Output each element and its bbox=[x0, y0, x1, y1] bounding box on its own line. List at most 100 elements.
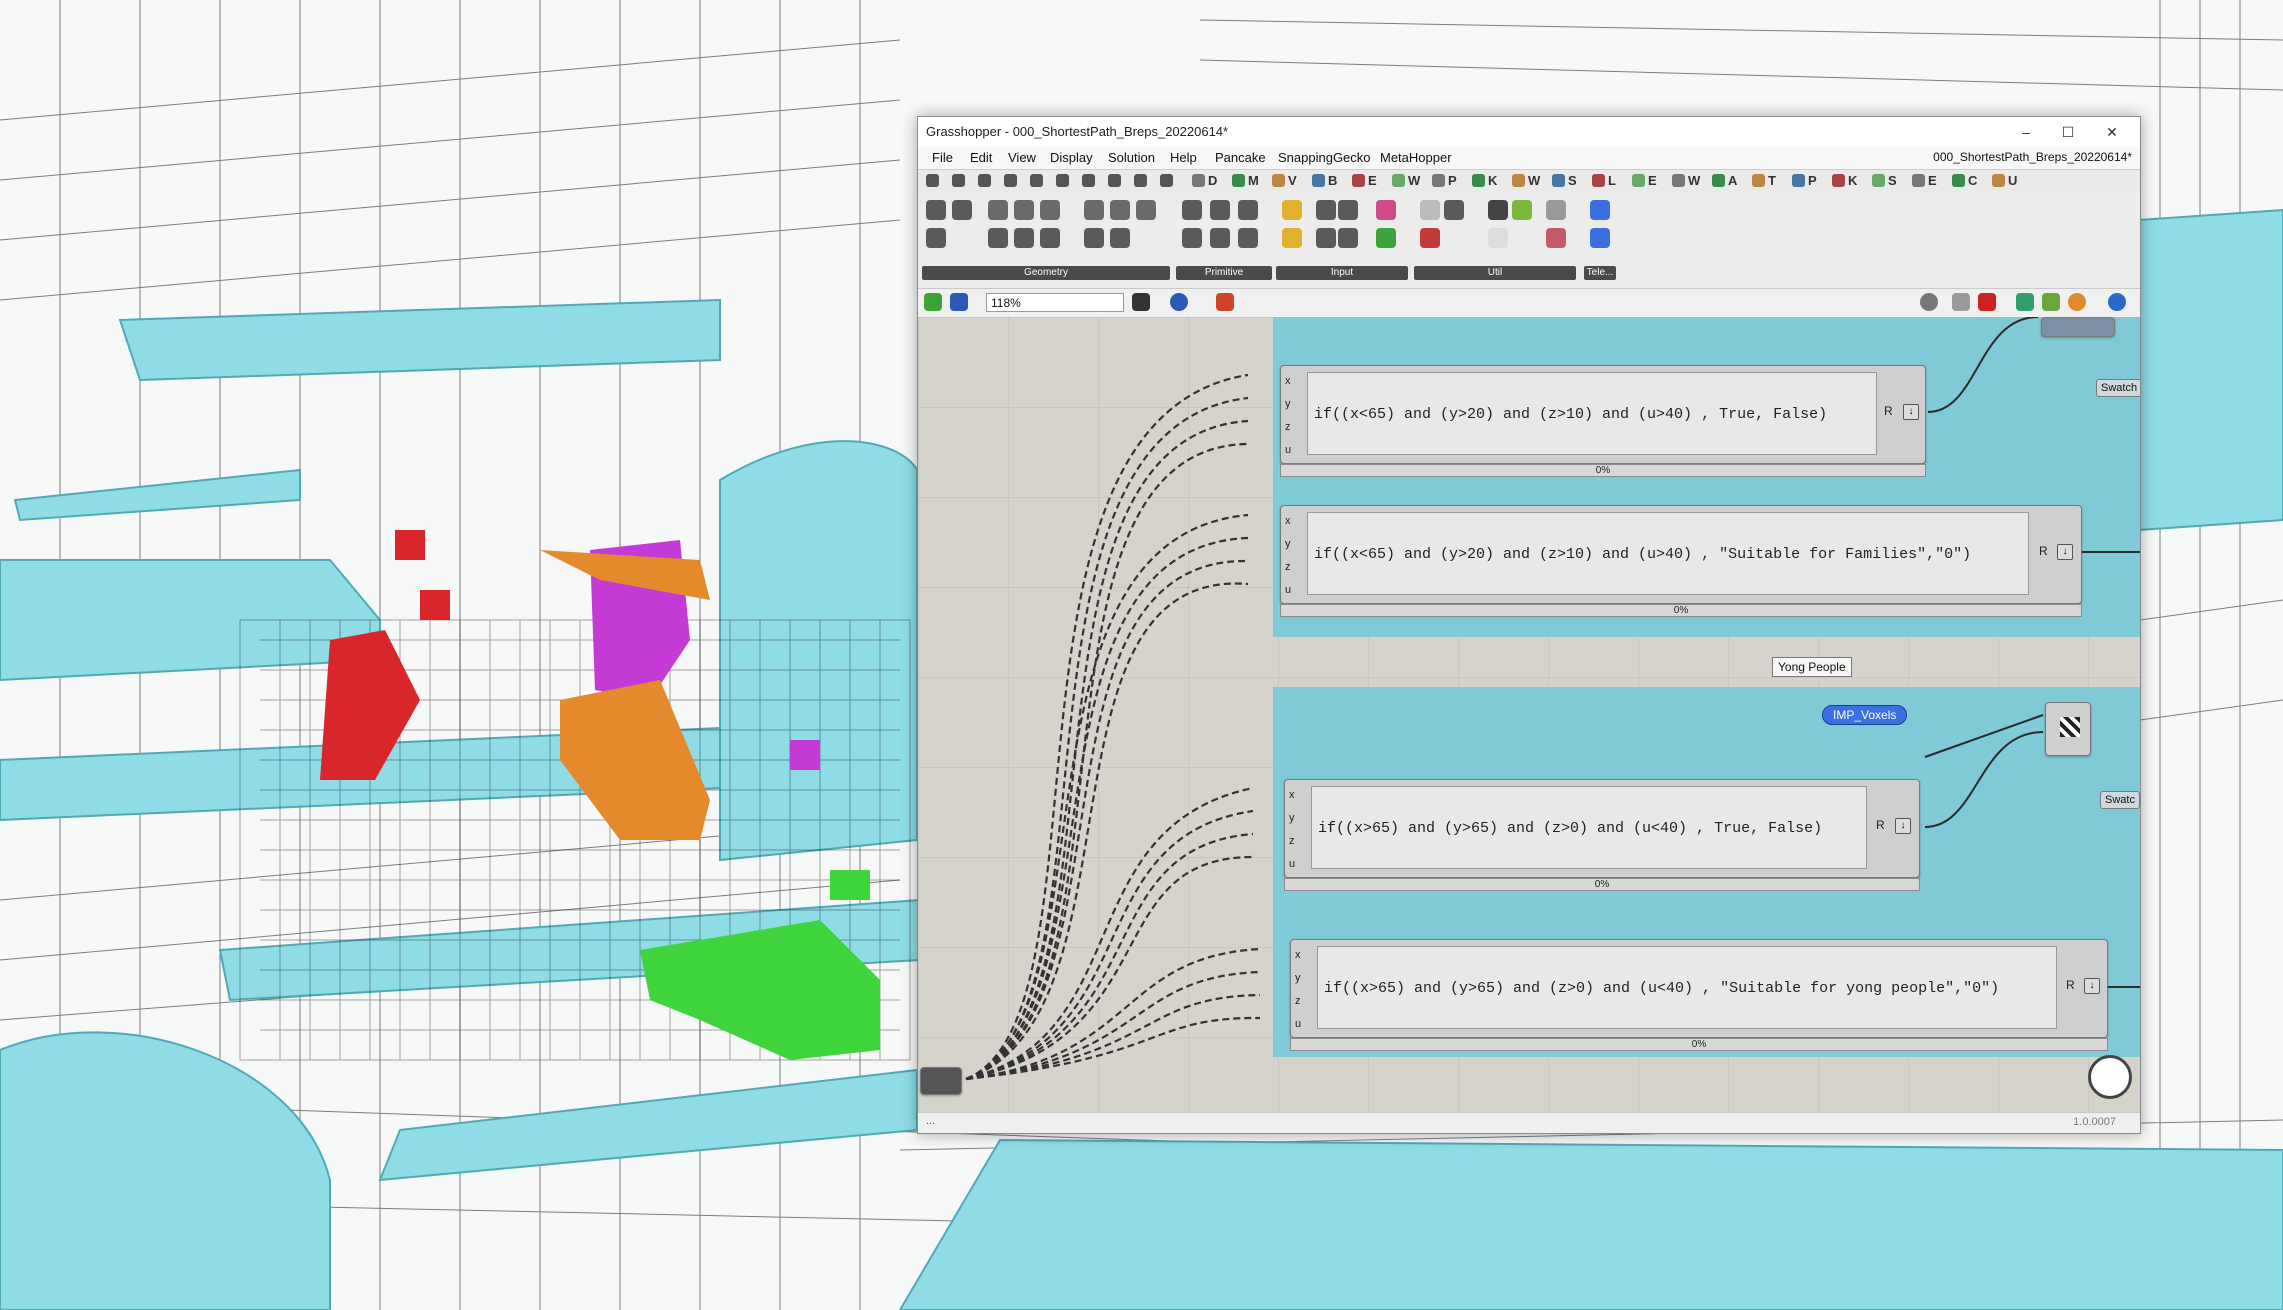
tab-0[interactable]: D bbox=[1208, 173, 1217, 188]
brep-icon[interactable] bbox=[1110, 200, 1130, 220]
tab-4[interactable]: E bbox=[1368, 173, 1377, 188]
output-r-3[interactable]: R bbox=[1876, 818, 1885, 832]
plugin-sphere-icon[interactable] bbox=[2068, 293, 2086, 311]
integer-icon[interactable] bbox=[1210, 200, 1230, 220]
tab-10[interactable]: L bbox=[1608, 173, 1616, 188]
download-arrow-icon[interactable]: ↓ bbox=[2057, 544, 2073, 560]
group-name-label[interactable]: Yong People bbox=[1772, 657, 1852, 677]
save-icon[interactable] bbox=[950, 293, 968, 311]
maximize-button[interactable]: ☐ bbox=[2050, 121, 2086, 143]
rectangle-icon[interactable] bbox=[1040, 228, 1060, 248]
input-u[interactable]: u bbox=[1285, 579, 1301, 602]
globe-icon[interactable] bbox=[2108, 293, 2126, 311]
input-y[interactable]: y bbox=[1285, 533, 1301, 556]
slider-icon[interactable] bbox=[1316, 200, 1336, 220]
input-z[interactable]: z bbox=[1289, 830, 1305, 853]
tab-15[interactable]: P bbox=[1808, 173, 1817, 188]
input-y[interactable]: y bbox=[1295, 967, 1311, 990]
tab-13[interactable]: A bbox=[1728, 173, 1737, 188]
sets-icon[interactable] bbox=[978, 174, 991, 187]
tab-icon[interactable] bbox=[1792, 174, 1805, 187]
tab-icon[interactable] bbox=[1952, 174, 1965, 187]
custom-preview-component[interactable] bbox=[2045, 702, 2091, 756]
download-arrow-icon[interactable]: ↓ bbox=[1903, 404, 1919, 420]
arrow-right-icon[interactable] bbox=[1488, 200, 1508, 220]
tab-icon[interactable] bbox=[1912, 174, 1925, 187]
menu-view[interactable]: View bbox=[1008, 150, 1036, 165]
arc-icon[interactable] bbox=[1014, 200, 1034, 220]
cluster-icon[interactable] bbox=[1546, 200, 1566, 220]
input-x[interactable]: x bbox=[1285, 510, 1301, 533]
domain-icon[interactable] bbox=[1182, 228, 1202, 248]
expression-component-3[interactable]: x y z u if((x>65) and (y>65) and (z>0) a… bbox=[1284, 779, 1920, 878]
output-r-1[interactable]: R bbox=[1884, 404, 1893, 418]
tab-18[interactable]: E bbox=[1928, 173, 1937, 188]
tab-icon[interactable] bbox=[1392, 174, 1405, 187]
curve-icon[interactable] bbox=[1040, 200, 1060, 220]
tab-icon[interactable] bbox=[1872, 174, 1885, 187]
tab-icon[interactable] bbox=[1512, 174, 1525, 187]
output-r-4[interactable]: R bbox=[2066, 978, 2075, 992]
surface-icon[interactable] bbox=[1084, 200, 1104, 220]
tab-icon[interactable] bbox=[1752, 174, 1765, 187]
plane-icon[interactable] bbox=[926, 228, 946, 248]
relay-imp-voxels[interactable]: IMP_Voxels bbox=[1822, 705, 1908, 725]
tab-icon[interactable] bbox=[1272, 174, 1285, 187]
tab-8[interactable]: W bbox=[1528, 173, 1540, 188]
input-x[interactable]: x bbox=[1289, 784, 1305, 807]
zoom-extents-icon[interactable] bbox=[1132, 293, 1150, 311]
plugin-leaf-icon[interactable] bbox=[2016, 293, 2034, 311]
expression-component-4[interactable]: x y z u if((x>65) and (y>65) and (z>0) a… bbox=[1290, 939, 2108, 1038]
menu-file[interactable]: File bbox=[932, 150, 953, 165]
input-y[interactable]: y bbox=[1285, 393, 1301, 416]
tab-3[interactable]: B bbox=[1328, 173, 1337, 188]
gradient-icon[interactable] bbox=[1376, 200, 1396, 220]
menu-edit[interactable]: Edit bbox=[970, 150, 992, 165]
value-list-icon[interactable] bbox=[1338, 228, 1358, 248]
input-u[interactable]: u bbox=[1295, 1013, 1311, 1036]
shaded-preview-icon[interactable] bbox=[1978, 293, 1996, 311]
partial-component-top[interactable] bbox=[2041, 317, 2115, 337]
colour-swatch-icon[interactable] bbox=[1376, 228, 1396, 248]
tab-icon[interactable] bbox=[1592, 174, 1605, 187]
tab-icon[interactable] bbox=[1712, 174, 1725, 187]
output-r-2[interactable]: R bbox=[2039, 544, 2048, 558]
tab-icon[interactable] bbox=[1352, 174, 1365, 187]
tab-icon[interactable] bbox=[1632, 174, 1645, 187]
tab-icon[interactable] bbox=[1192, 174, 1205, 187]
input-x[interactable]: x bbox=[1295, 944, 1311, 967]
tab-17[interactable]: S bbox=[1888, 173, 1897, 188]
toggle-icon[interactable] bbox=[1338, 200, 1358, 220]
tab-icon[interactable] bbox=[1992, 174, 2005, 187]
button-icon[interactable] bbox=[1316, 228, 1336, 248]
tab-7[interactable]: K bbox=[1488, 173, 1497, 188]
sketch-pen-icon[interactable] bbox=[1216, 293, 1234, 311]
tab-19[interactable]: C bbox=[1968, 173, 1977, 188]
expression-text-1[interactable]: if((x<65) and (y>20) and (z>10) and (u>4… bbox=[1307, 372, 1877, 455]
wireframe-preview-icon[interactable] bbox=[1952, 293, 1970, 311]
navigation-compass-icon[interactable] bbox=[2088, 1055, 2132, 1099]
menu-help[interactable]: Help bbox=[1170, 150, 1197, 165]
expression-component-2[interactable]: x y z u if((x<65) and (y>20) and (z>10) … bbox=[1280, 505, 2082, 604]
input-z[interactable]: z bbox=[1285, 416, 1301, 439]
maths-icon[interactable] bbox=[952, 174, 965, 187]
plugin-cube-icon[interactable] bbox=[2042, 293, 2060, 311]
download-arrow-icon[interactable]: ↓ bbox=[1895, 818, 1911, 834]
surface-icon[interactable] bbox=[1056, 174, 1069, 187]
open-file-icon[interactable] bbox=[924, 293, 942, 311]
line-icon[interactable] bbox=[988, 228, 1008, 248]
expression-text-3[interactable]: if((x>65) and (y>65) and (z>0) and (u<40… bbox=[1311, 786, 1867, 869]
group-icon[interactable] bbox=[1444, 200, 1464, 220]
preview-mode-icon[interactable] bbox=[1920, 293, 1938, 311]
graph-mapper-icon[interactable] bbox=[1282, 228, 1302, 248]
tab-20[interactable]: U bbox=[2008, 173, 2017, 188]
tab-11[interactable]: E bbox=[1648, 173, 1657, 188]
tab-2[interactable]: V bbox=[1288, 173, 1297, 188]
tab-14[interactable]: T bbox=[1768, 173, 1776, 188]
tab-icon[interactable] bbox=[1232, 174, 1245, 187]
zoom-dropdown[interactable]: 118% bbox=[986, 293, 1124, 312]
tab-9[interactable]: S bbox=[1568, 173, 1577, 188]
grasshopper-canvas[interactable]: x y z u if((x<65) and (y>20) and (z>10) … bbox=[918, 317, 2140, 1113]
boolean-icon[interactable] bbox=[1182, 200, 1202, 220]
arrow-outline-icon[interactable] bbox=[1488, 228, 1508, 248]
